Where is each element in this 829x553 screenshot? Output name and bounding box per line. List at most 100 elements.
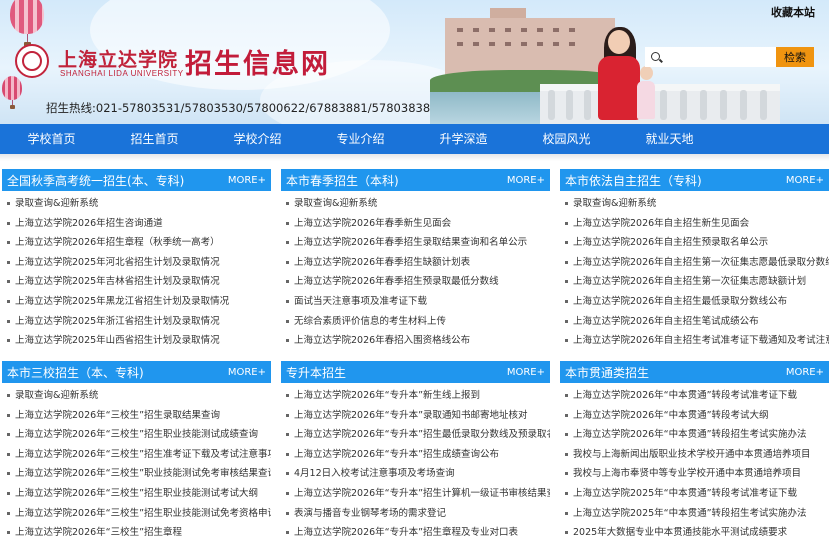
news-link[interactable]: 4月12日入校考试注意事项及考场查询 bbox=[294, 468, 455, 479]
list-item: 上海立达学院2026年自主招生预录取名单公示 bbox=[560, 233, 829, 253]
news-link[interactable]: 上海立达学院2026年春季招生缺额计划表 bbox=[294, 257, 470, 268]
news-link[interactable]: 录取查询&迎新系统 bbox=[15, 390, 98, 401]
news-list: 上海立达学院2026年“专升本”新生线上报到 上海立达学院2026年“专升本”录… bbox=[281, 383, 550, 543]
nav-campus-scenery[interactable]: 校园风光 bbox=[515, 124, 618, 154]
panel-header: 全国秋季高考统一招生(本、专科) MORE+ bbox=[2, 169, 271, 191]
stone-balustrade bbox=[540, 84, 780, 124]
news-link[interactable]: 上海立达学院2026年“三校生”招生准考证下载及考试注意事项 bbox=[15, 449, 271, 460]
more-link[interactable]: MORE+ bbox=[228, 367, 266, 378]
news-link[interactable]: 上海立达学院2026年“中本贯通”转段考试大纲 bbox=[573, 410, 769, 421]
search-input[interactable] bbox=[645, 47, 776, 67]
news-link[interactable]: 面试当天注意事项及准考证下载 bbox=[294, 296, 427, 307]
more-link[interactable]: MORE+ bbox=[507, 367, 545, 378]
news-link[interactable]: 上海立达学院2026年“中本贯通”转段招生考试实施办法 bbox=[573, 429, 807, 440]
list-item: 面试当天注意事项及准考证下载 bbox=[281, 292, 550, 312]
nav-further-study[interactable]: 升学深造 bbox=[412, 124, 515, 154]
news-link[interactable]: 录取查询&迎新系统 bbox=[573, 198, 656, 209]
bookmark-site-link[interactable]: 收藏本站 bbox=[771, 4, 815, 20]
list-item: 上海立达学院2026年春季招生预录取最低分数线 bbox=[281, 272, 550, 292]
panel-integrated-programs: 本市贯通类招生 MORE+ 上海立达学院2026年“中本贯通”转段考试准考证下载… bbox=[560, 361, 829, 543]
news-link[interactable]: 上海立达学院2026年“三校生”招生职业技能测试成绩查询 bbox=[15, 429, 258, 440]
list-item: 上海立达学院2026年“三校生”招生章程 bbox=[2, 523, 271, 543]
list-item: 录取查询&迎新系统 bbox=[2, 386, 271, 406]
news-link[interactable]: 无综合素质评价信息的考生材料上传 bbox=[294, 316, 446, 327]
hot-air-balloon-icon bbox=[2, 76, 22, 109]
list-item: 上海立达学院2026年“三校生”招生录取结果查询 bbox=[2, 406, 271, 426]
news-link[interactable]: 上海立达学院2026年自主招生笔试成绩公布 bbox=[573, 316, 759, 327]
student-figure bbox=[598, 27, 640, 120]
news-link[interactable]: 上海立达学院2026年春季新生见面会 bbox=[294, 218, 451, 229]
university-name-cn: 上海立达学院 bbox=[58, 49, 179, 71]
news-link[interactable]: 上海立达学院2026年“三校生”招生录取结果查询 bbox=[15, 410, 220, 421]
news-link[interactable]: 上海立达学院2026年自主招生第一次征集志愿缺额计划 bbox=[573, 276, 806, 287]
news-link[interactable]: 上海立达学院2026年自主招生新生见面会 bbox=[573, 218, 749, 229]
news-link[interactable]: 上海立达学院2025年“中本贯通”转段招生考试实施办法 bbox=[573, 508, 807, 519]
news-link[interactable]: 上海立达学院2026年“中本贯通”转段考试准考证下载 bbox=[573, 390, 797, 401]
news-link[interactable]: 表演与播音专业钢琴考场的需求登记 bbox=[294, 508, 446, 519]
news-link[interactable]: 上海立达学院2026年春季招生录取结果查询和名单公示 bbox=[294, 237, 527, 248]
panel-header: 本市春季招生（本科) MORE+ bbox=[281, 169, 550, 191]
news-link[interactable]: 上海立达学院2026年自主招生最低录取分数线公布 bbox=[573, 296, 787, 307]
list-item: 上海立达学院2025年山西省招生计划及录取情况 bbox=[2, 331, 271, 351]
news-link[interactable]: 上海立达学院2025年“中本贯通”转段考试准考证下载 bbox=[573, 488, 797, 499]
list-item: 上海立达学院2025年黑龙江省招生计划及录取情况 bbox=[2, 292, 271, 312]
search-box: 检索 bbox=[645, 47, 815, 67]
nav-school-home[interactable]: 学校首页 bbox=[0, 124, 103, 154]
search-button[interactable]: 检索 bbox=[776, 47, 814, 67]
news-link[interactable]: 上海立达学院2026年自主招生第一次征集志愿最低录取分数线公布 bbox=[573, 257, 829, 268]
news-link[interactable]: 上海立达学院2026年自主招生预录取名单公示 bbox=[573, 237, 768, 248]
more-link[interactable]: MORE+ bbox=[507, 175, 545, 186]
news-link[interactable]: 上海立达学院2025年黑龙江省招生计划及录取情况 bbox=[15, 296, 229, 307]
panel-title: 全国秋季高考统一招生(本、专科) bbox=[7, 173, 185, 188]
more-link[interactable]: MORE+ bbox=[228, 175, 266, 186]
news-link[interactable]: 上海立达学院2026年“专升本”招生成绩查询公布 bbox=[294, 449, 499, 460]
news-link[interactable]: 上海立达学院2026年“三校生”职业技能测试免考审核结果查询 bbox=[15, 468, 271, 479]
list-item: 上海立达学院2026年春季新生见面会 bbox=[281, 214, 550, 234]
list-item: 无综合素质评价信息的考生材料上传 bbox=[281, 312, 550, 332]
news-link[interactable]: 上海立达学院2026年自主招生考试准考证下载通知及考试注意事项 bbox=[573, 335, 829, 346]
list-item: 上海立达学院2026年自主招生考试准考证下载通知及考试注意事项 bbox=[560, 331, 829, 351]
news-link[interactable]: 上海立达学院2026年“三校生”招生章程 bbox=[15, 527, 182, 538]
news-link[interactable]: 上海立达学院2026年“专升本”招生最低录取分数线及预录取名... bbox=[294, 429, 550, 440]
list-item: 上海立达学院2026年招生咨询通道 bbox=[2, 214, 271, 234]
news-link[interactable]: 上海立达学院2026年“三校生”招生职业技能测试考试大纲 bbox=[15, 488, 258, 499]
university-emblem-icon bbox=[15, 44, 49, 78]
news-link[interactable]: 录取查询&迎新系统 bbox=[294, 198, 377, 209]
news-link[interactable]: 我校与上海新闻出版职业技术学校开通中本贯通培养项目 bbox=[573, 449, 811, 460]
list-item: 我校与上海新闻出版职业技术学校开通中本贯通培养项目 bbox=[560, 445, 829, 465]
list-item: 上海立达学院2026年“中本贯通”转段考试准考证下载 bbox=[560, 386, 829, 406]
panel-title: 本市依法自主招生（专科) bbox=[565, 173, 702, 188]
news-link[interactable]: 上海立达学院2026年春季招生预录取最低分数线 bbox=[294, 276, 499, 287]
nav-admissions-home[interactable]: 招生首页 bbox=[103, 124, 206, 154]
news-link[interactable]: 上海立达学院2025年吉林省招生计划及录取情况 bbox=[15, 276, 220, 287]
news-link[interactable]: 我校与上海市奉贤中等专业学校开通中本贯通培养项目 bbox=[573, 468, 801, 479]
news-list: 录取查询&迎新系统 上海立达学院2026年春季新生见面会 上海立达学院2026年… bbox=[281, 191, 550, 351]
news-link[interactable]: 上海立达学院2025年河北省招生计划及录取情况 bbox=[15, 257, 220, 268]
news-link[interactable]: 上海立达学院2026年招生章程（秋季统一高考） bbox=[15, 237, 220, 248]
news-link[interactable]: 2025年大数据专业中本贯通技能水平测试成绩要求 bbox=[573, 527, 787, 538]
news-link[interactable]: 上海立达学院2026年“专升本”录取通知书邮寄地址核对 bbox=[294, 410, 528, 421]
list-item: 上海立达学院2026年招生章程（秋季统一高考） bbox=[2, 233, 271, 253]
news-link[interactable]: 上海立达学院2026年“专升本”招生章程及专业对口表 bbox=[294, 527, 518, 538]
news-link[interactable]: 上海立达学院2025年山西省招生计划及录取情况 bbox=[15, 335, 220, 346]
nav-school-intro[interactable]: 学校介绍 bbox=[206, 124, 309, 154]
panel-spring-admissions: 本市春季招生（本科) MORE+ 录取查询&迎新系统 上海立达学院2026年春季… bbox=[281, 169, 550, 351]
panel-header: 专升本招生 MORE+ bbox=[281, 361, 550, 383]
more-link[interactable]: MORE+ bbox=[786, 367, 824, 378]
news-link[interactable]: 上海立达学院2026年“三校生”招生职业技能测试免考资格申请 bbox=[15, 508, 271, 519]
news-list: 上海立达学院2026年“中本贯通”转段考试准考证下载 上海立达学院2026年“中… bbox=[560, 383, 829, 543]
nav-major-intro[interactable]: 专业介绍 bbox=[309, 124, 412, 154]
nav-employment[interactable]: 就业天地 bbox=[618, 124, 721, 154]
list-item: 表演与播音专业钢琴考场的需求登记 bbox=[281, 504, 550, 524]
news-link[interactable]: 上海立达学院2026年招生咨询通道 bbox=[15, 218, 163, 229]
panel-title: 本市三校招生（本、专科) bbox=[7, 365, 144, 380]
news-link[interactable]: 上海立达学院2025年浙江省招生计划及录取情况 bbox=[15, 316, 220, 327]
more-link[interactable]: MORE+ bbox=[786, 175, 824, 186]
list-item: 上海立达学院2026年春季招生缺额计划表 bbox=[281, 253, 550, 273]
news-link[interactable]: 上海立达学院2026年“专升本”招生计算机一级证书审核结果查询 bbox=[294, 488, 550, 499]
news-link[interactable]: 上海立达学院2026年春招入围资格线公布 bbox=[294, 335, 470, 346]
news-link[interactable]: 录取查询&迎新系统 bbox=[15, 198, 98, 209]
list-item: 上海立达学院2026年自主招生新生见面会 bbox=[560, 214, 829, 234]
news-link[interactable]: 上海立达学院2026年“专升本”新生线上报到 bbox=[294, 390, 480, 401]
panel-header: 本市三校招生（本、专科) MORE+ bbox=[2, 361, 271, 383]
